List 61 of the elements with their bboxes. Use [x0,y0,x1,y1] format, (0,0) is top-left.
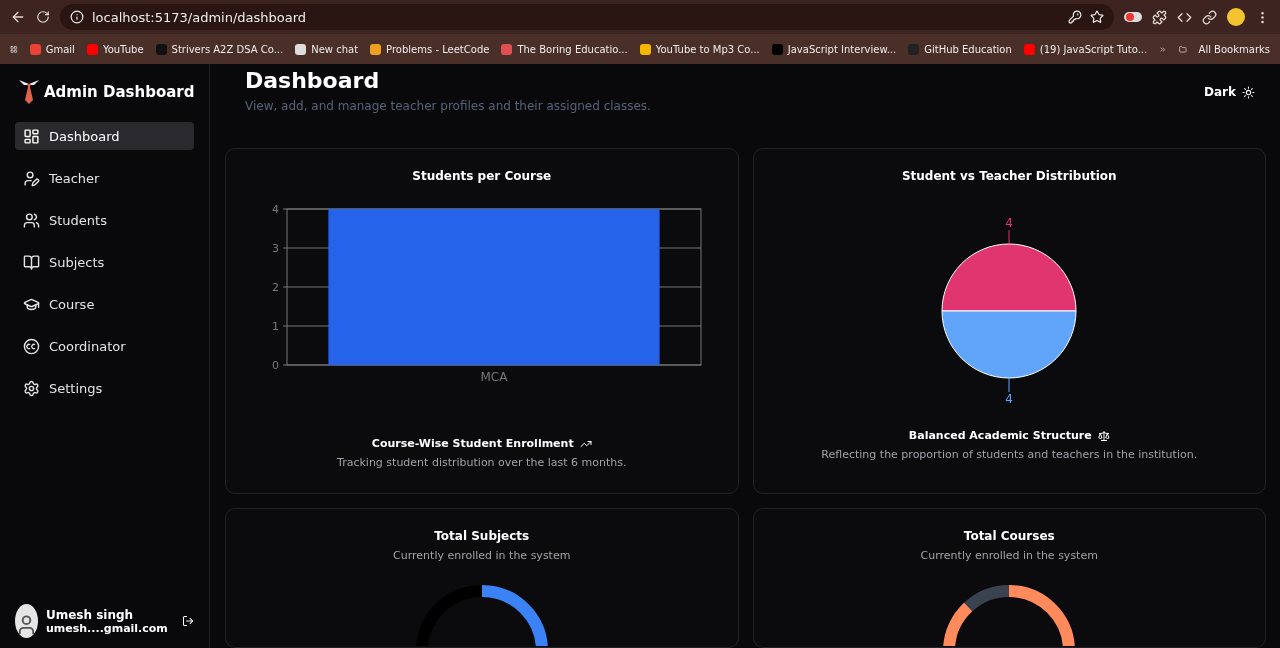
chart-title: Students per Course [412,169,552,183]
axis-tick-label: 4 [271,203,279,216]
axis-tick-label: 1 [271,320,279,333]
puzzle-icon[interactable] [1152,9,1167,25]
grid-icon [23,127,40,145]
axis-tick-label: 0 [271,359,279,372]
toggle-icon[interactable] [1124,12,1142,22]
key-icon[interactable] [1068,10,1082,24]
sun-icon [1242,85,1255,99]
footer-title: Course-Wise Student Enrollment [371,437,574,450]
bookmark-link[interactable]: Gmail [29,43,75,55]
all-bookmarks-link[interactable]: All Bookmarks [1198,43,1270,55]
cc-circle-icon [23,337,40,355]
bookmark-link[interactable]: YouTube to Mp3 Co... [639,43,760,55]
footer-text: Reflecting the proportion of students and teachers in the institution. [821,448,1198,461]
bookmark-link[interactable]: YouTube [86,43,144,55]
star-icon[interactable] [1090,10,1104,24]
profile-avatar-icon[interactable] [1227,8,1245,26]
bookmark-link[interactable]: The Boring Educatio... [501,43,628,55]
user-email: umesh....gmail.com [45,621,168,635]
link-icon[interactable] [1202,9,1217,25]
slice-value-label: 4 [1005,216,1014,230]
nav-item[interactable]: Coordinator [15,332,194,360]
nav-item[interactable]: Subjects [15,248,194,276]
bookmark-link[interactable]: New chat [295,43,359,55]
user-pen-icon [23,169,40,187]
footer-text: Tracking student distribution over the last 6 months. [337,456,627,469]
bookmark-link[interactable]: (19) JavaScript Tuto... [1023,43,1148,55]
page-title: Dashboard [245,68,381,93]
chart-title: Student vs Teacher Distribution [901,169,1117,183]
footer-title: Balanced Academic Structure [908,429,1092,442]
axis-category-label: MCA [480,370,508,384]
slice-value-label: 4 [1005,392,1014,406]
tie-logo-icon [19,80,39,104]
card-subtitle: Currently enrolled in the system [920,549,1098,562]
bookmark-link[interactable]: JavaScript Interview... [771,43,897,55]
settings-icon [23,379,40,397]
bookmark-link[interactable]: Strivers A2Z DSA Co... [155,43,284,55]
page-subtitle: View, add, and manage teacher profiles and their assigned classes. [245,99,651,113]
nav-item[interactable]: Settings [15,374,194,402]
card-title: Total Subjects [434,529,530,543]
nav-item[interactable]: Dashboard [15,122,194,150]
axis-tick-label: 3 [271,242,279,255]
book-icon [23,253,40,271]
address-bar[interactable]: localhost:5173/admin/dashboard [60,4,1114,30]
user-name: Umesh singh [45,607,135,622]
scale-icon [1097,429,1110,442]
bookmark-link[interactable]: GitHub Education [908,43,1012,55]
bookmark-link[interactable]: Problems - LeetCode [370,43,490,55]
user-avatar [15,604,38,638]
brand-title: Admin Dashboard [44,83,195,101]
users-icon [23,211,40,229]
nav-item[interactable]: Course [15,290,194,318]
nav-item[interactable]: Students [15,206,194,234]
reload-icon[interactable] [36,10,50,24]
theme-toggle-button[interactable]: Dark [1198,84,1261,100]
card-subtitle: Currently enrolled in the system [393,549,571,562]
axis-tick-label: 2 [271,281,279,294]
nav-item[interactable]: Teacher [15,164,194,192]
card-title: Total Courses [963,529,1055,543]
info-icon [70,10,84,24]
